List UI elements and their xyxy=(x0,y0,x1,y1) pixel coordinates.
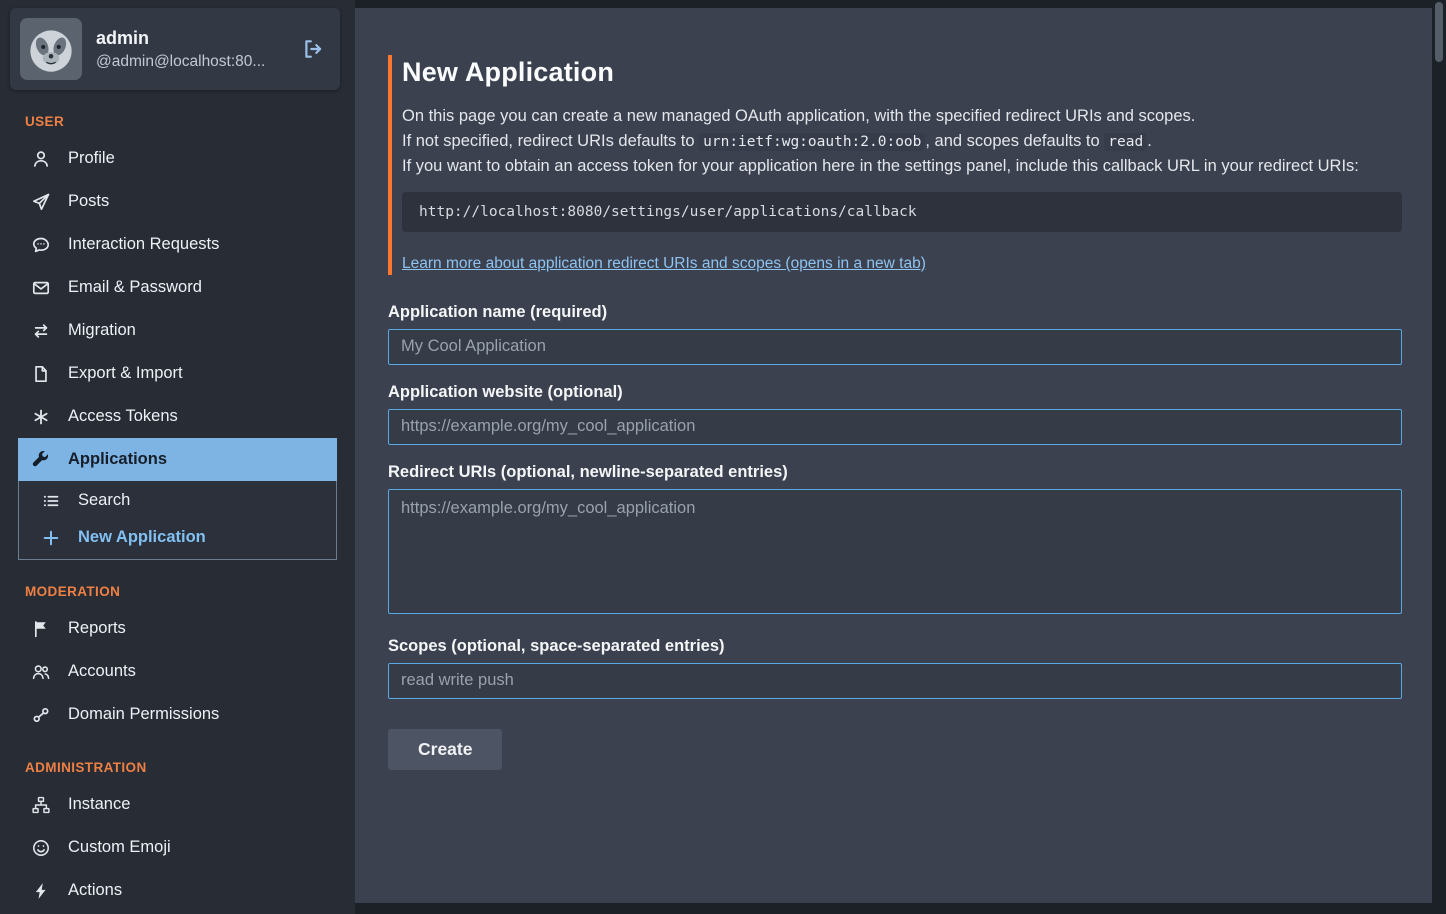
application-name-label: Application name (required) xyxy=(388,303,1402,322)
application-website-field-group: Application website (optional) xyxy=(388,383,1402,445)
sidebar-item-instance[interactable]: Instance xyxy=(18,783,337,826)
intro-line-2-pre: If not specified, redirect URIs defaults… xyxy=(402,132,699,150)
sidebar-item-accounts[interactable]: Accounts xyxy=(18,650,337,693)
callback-url-codeblock: http://localhost:8080/settings/user/appl… xyxy=(402,192,1402,232)
sitemap-icon xyxy=(31,796,51,814)
redirect-uris-field-group: Redirect URIs (optional, newline-separat… xyxy=(388,463,1402,619)
intro-line-3: If you want to obtain an access token fo… xyxy=(402,154,1402,179)
file-export-icon xyxy=(31,365,51,383)
user-handle: @admin@localhost:80... xyxy=(96,53,265,71)
list-icon xyxy=(41,492,61,510)
sidebar-item-label: Applications xyxy=(68,450,167,469)
sidebar-item-label: Access Tokens xyxy=(68,407,178,426)
sidebar-item-interaction-requests[interactable]: Interaction Requests xyxy=(18,223,337,266)
sidebar-item-actions[interactable]: Actions xyxy=(18,869,337,912)
sidebar-item-label: Migration xyxy=(68,321,136,340)
sidebar-item-applications-new[interactable]: New Application xyxy=(19,519,336,556)
user-name: admin xyxy=(96,28,265,49)
sidebar-item-label: Instance xyxy=(68,795,130,814)
settings-app: admin @admin@localhost:80... USER Profil… xyxy=(0,0,1446,914)
redirect-uris-textarea[interactable] xyxy=(388,489,1402,614)
wrench-icon xyxy=(31,451,51,469)
sidebar-item-label: Export & Import xyxy=(68,364,183,383)
smiley-icon xyxy=(31,839,51,857)
sidebar-item-domain-permissions[interactable]: Domain Permissions xyxy=(18,693,337,736)
scopes-input[interactable] xyxy=(388,663,1402,699)
new-application-form: Application name (required) Application … xyxy=(388,303,1402,770)
users-icon xyxy=(31,663,51,681)
sidebar-item-applications[interactable]: Applications xyxy=(18,438,337,481)
intro-line-2-post: . xyxy=(1147,132,1152,150)
network-nodes-icon xyxy=(31,706,51,724)
sidebar-item-label: Custom Emoji xyxy=(68,838,171,857)
default-redirect-uri-code: urn:ietf:wg:oauth:2.0:oob xyxy=(699,133,925,151)
sidebar-item-label: Accounts xyxy=(68,662,136,681)
page-title: New Application xyxy=(402,57,1402,88)
scopes-field-group: Scopes (optional, space-separated entrie… xyxy=(388,637,1402,699)
scopes-label: Scopes (optional, space-separated entrie… xyxy=(388,637,1402,656)
redirect-uris-label: Redirect URIs (optional, newline-separat… xyxy=(388,463,1402,482)
intro-text: On this page you can create a new manage… xyxy=(402,104,1402,179)
avatar xyxy=(20,18,82,80)
sidebar-item-applications-search[interactable]: Search xyxy=(19,482,336,519)
main-content: New Application On this page you can cre… xyxy=(355,8,1432,903)
plus-icon xyxy=(41,529,61,547)
token-asterisk-icon xyxy=(31,408,51,426)
section-label-administration: ADMINISTRATION xyxy=(25,760,337,775)
paper-plane-icon xyxy=(31,193,51,211)
flag-icon xyxy=(31,620,51,638)
bolt-icon xyxy=(31,882,51,900)
sidebar-item-label: New Application xyxy=(78,528,206,547)
logout-button[interactable] xyxy=(302,38,330,60)
sidebar-item-label: Interaction Requests xyxy=(68,235,219,254)
user-info: admin @admin@localhost:80... xyxy=(96,28,265,71)
sidebar-item-label: Search xyxy=(78,491,130,510)
exchange-arrows-icon xyxy=(31,322,51,340)
sidebar-item-label: Posts xyxy=(68,192,109,211)
comment-icon xyxy=(31,236,51,254)
create-button[interactable]: Create xyxy=(388,729,502,770)
sidebar-item-reports[interactable]: Reports xyxy=(18,607,337,650)
sidebar-nav: USER Profile Posts Interaction Requests xyxy=(0,114,355,912)
sidebar-item-label: Domain Permissions xyxy=(68,705,219,724)
sidebar-item-label: Actions xyxy=(68,881,122,900)
sidebar-item-posts[interactable]: Posts xyxy=(18,180,337,223)
application-name-input[interactable] xyxy=(388,329,1402,365)
sidebar-item-label: Reports xyxy=(68,619,126,638)
page-header-block: New Application On this page you can cre… xyxy=(388,55,1402,275)
vertical-scrollbar-thumb[interactable] xyxy=(1435,2,1443,62)
vertical-scrollbar xyxy=(1432,0,1446,903)
application-website-label: Application website (optional) xyxy=(388,383,1402,402)
default-scope-code: read xyxy=(1104,133,1147,151)
applications-submenu: Search New Application xyxy=(18,481,337,560)
sidebar-item-custom-emoji[interactable]: Custom Emoji xyxy=(18,826,337,869)
user-icon xyxy=(31,150,51,168)
sidebar-item-profile[interactable]: Profile xyxy=(18,137,337,180)
sidebar-item-migration[interactable]: Migration xyxy=(18,309,337,352)
envelope-icon xyxy=(31,279,51,297)
intro-line-1: On this page you can create a new manage… xyxy=(402,104,1402,129)
application-name-field-group: Application name (required) xyxy=(388,303,1402,365)
learn-more-link[interactable]: Learn more about application redirect UR… xyxy=(402,255,926,273)
intro-line-2-mid: , and scopes defaults to xyxy=(925,132,1104,150)
intro-line-2: If not specified, redirect URIs defaults… xyxy=(402,129,1402,155)
section-label-user: USER xyxy=(25,114,337,129)
user-card: admin @admin@localhost:80... xyxy=(10,8,340,90)
sidebar-item-email-password[interactable]: Email & Password xyxy=(18,266,337,309)
logout-icon xyxy=(302,38,324,60)
sidebar-item-export-import[interactable]: Export & Import xyxy=(18,352,337,395)
application-website-input[interactable] xyxy=(388,409,1402,445)
sidebar: admin @admin@localhost:80... USER Profil… xyxy=(0,0,355,914)
sidebar-item-label: Email & Password xyxy=(68,278,202,297)
section-label-moderation: MODERATION xyxy=(25,584,337,599)
sidebar-item-label: Profile xyxy=(68,149,115,168)
sidebar-item-access-tokens[interactable]: Access Tokens xyxy=(18,395,337,438)
